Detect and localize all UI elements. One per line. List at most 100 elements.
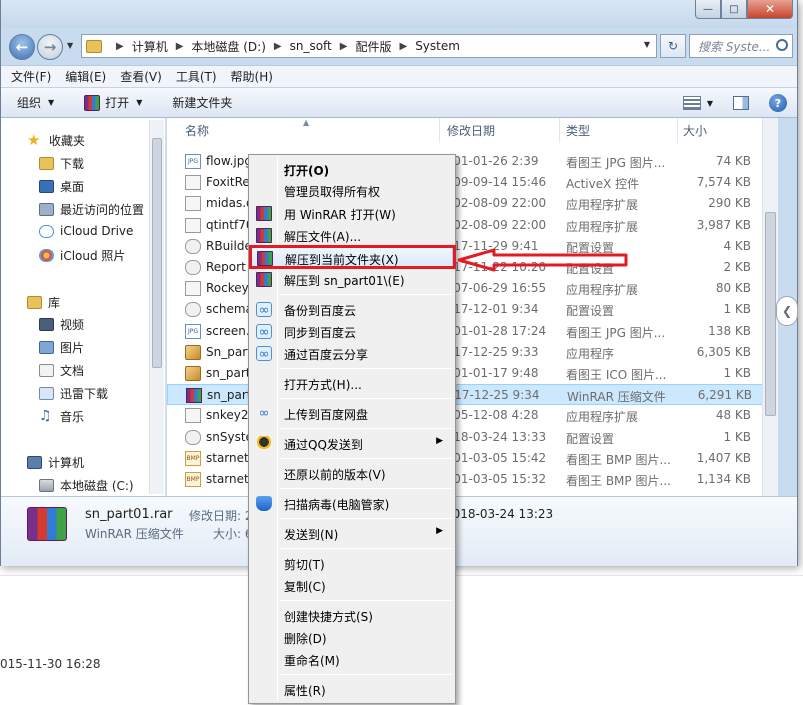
menu-item-send-qq[interactable]: 通过QQ发送到 ▶ <box>251 433 453 454</box>
nav-item-label: 桌面 <box>60 180 85 194</box>
file-name: snSyste <box>206 429 253 444</box>
nav-item-music[interactable]: ♫ 音乐 <box>39 408 84 425</box>
column-date[interactable]: 修改日期 <box>429 118 557 143</box>
menu-tools[interactable]: 工具(T) <box>176 68 217 85</box>
menu-item-extract-files[interactable]: 解压文件(A)... <box>251 225 453 246</box>
menu-item-properties[interactable]: 属性(R) <box>251 679 453 700</box>
menu-help[interactable]: 帮助(H) <box>231 68 273 85</box>
winrar-icon <box>256 272 272 287</box>
breadcrumb-system[interactable]: System <box>415 39 460 53</box>
close-button[interactable]: ✕ <box>747 0 793 19</box>
scroll-thumb[interactable] <box>765 212 776 416</box>
view-options-icon[interactable] <box>682 96 701 110</box>
dll-file-icon <box>185 408 201 424</box>
nav-item-drive-c[interactable]: 本地磁盘 (C:) <box>39 477 134 494</box>
menu-item-sync-baidu[interactable]: ∞ 同步到百度云 <box>251 321 453 342</box>
menu-item-take-ownership[interactable]: 管理员取得所有权 <box>251 180 453 201</box>
chevron-right-icon[interactable]: ▶ <box>176 41 184 52</box>
preview-pane-icon[interactable] <box>733 96 749 110</box>
menu-edit[interactable]: 编辑(E) <box>65 68 106 85</box>
menu-item-copy[interactable]: 复制(C) <box>251 575 453 596</box>
scroll-thumb[interactable] <box>152 138 162 368</box>
menu-item-label: 剪切(T) <box>284 558 325 572</box>
menu-item-restore-versions[interactable]: 还原以前的版本(V) <box>251 463 453 484</box>
menu-item-rename[interactable]: 重命名(M) <box>251 649 453 670</box>
chevron-right-icon[interactable]: ▶ <box>399 41 407 52</box>
column-type[interactable]: 类型 <box>548 118 668 143</box>
breadcrumb-accessory[interactable]: 配件版 <box>355 38 391 55</box>
file-size: 6,305 KB <box>696 344 751 359</box>
menu-item-cut[interactable]: 剪切(T) <box>251 553 453 574</box>
chevron-down-icon: ▼ <box>136 98 143 107</box>
nav-item-videos[interactable]: 视频 <box>39 316 84 333</box>
menu-item-backup-baidu[interactable]: ∞ 备份到百度云 <box>251 299 453 320</box>
open-button[interactable]: 打开 ▼ <box>84 94 142 111</box>
menu-item-send-to[interactable]: 发送到(N) ▶ <box>251 523 453 544</box>
nav-item-label: 音乐 <box>60 410 85 424</box>
nav-item-icloud-drive[interactable]: iCloud Drive <box>39 224 133 238</box>
menu-item-label: 解压文件(A)... <box>284 230 362 244</box>
chevron-down-icon[interactable]: ▼ <box>644 40 650 49</box>
column-type-label: 类型 <box>566 124 591 138</box>
dll-file-icon <box>185 217 201 233</box>
nav-scrollbar[interactable] <box>149 120 164 494</box>
refresh-button[interactable]: ↻ <box>660 34 686 58</box>
nav-favorites[interactable]: ★ 收藏夹 <box>27 132 85 149</box>
back-button[interactable]: ← <box>9 34 35 60</box>
nav-item-label: 迅雷下载 <box>60 387 109 401</box>
breadcrumb-sn-soft[interactable]: sn_soft <box>290 39 332 53</box>
menu-item-upload-baidu[interactable]: ∞ 上传到百度网盘 <box>251 403 453 424</box>
chevron-right-icon[interactable]: ▶ <box>340 41 348 52</box>
nav-item-documents[interactable]: 文档 <box>39 362 84 379</box>
menu-item-share-baidu[interactable]: ∞ 通过百度云分享 <box>251 343 453 364</box>
bmp-file-icon: BMP <box>185 450 201 466</box>
nav-item-desktop[interactable]: 桌面 <box>39 178 84 195</box>
search-input[interactable]: 搜索 Syste... <box>689 34 793 58</box>
nav-item-recent[interactable]: 最近访问的位置 <box>39 201 144 218</box>
address-bar[interactable]: ▶ 计算机 ▶ 本地磁盘 (D:) ▶ sn_soft ▶ 配件版 ▶ Syst… <box>81 34 657 58</box>
file-size: 1 KB <box>723 302 751 317</box>
nav-item-icloud-photos[interactable]: iCloud 照片 <box>39 247 125 264</box>
menu-view[interactable]: 查看(V) <box>120 68 162 85</box>
file-type: WinRAR 压缩文件 <box>567 390 666 405</box>
nav-item-pictures[interactable]: 图片 <box>39 339 84 356</box>
file-name: midas.d <box>206 196 254 211</box>
organize-button[interactable]: 组织 ▼ <box>17 94 54 111</box>
menu-item-create-shortcut[interactable]: 创建快捷方式(S) <box>251 605 453 626</box>
nav-computer[interactable]: 计算机 <box>27 454 84 471</box>
new-folder-button[interactable]: 新建文件夹 <box>172 94 232 111</box>
help-icon[interactable]: ? <box>769 94 787 112</box>
file-size: 80 KB <box>715 281 751 296</box>
chevron-left-icon[interactable]: ❮ <box>776 296 798 326</box>
new-folder-label: 新建文件夹 <box>172 96 233 110</box>
nav-item-thunder[interactable]: 迅雷下载 <box>39 385 108 402</box>
file-type: 看图王 BMP 图片... <box>566 452 671 467</box>
menu-bar: 文件(F) 编辑(E) 查看(V) 工具(T) 帮助(H) <box>1 65 797 87</box>
breadcrumb-drive-d[interactable]: 本地磁盘 (D:) <box>191 38 265 55</box>
menu-item-open-with[interactable]: 打开方式(H)... <box>251 373 453 394</box>
chevron-down-icon[interactable]: ▼ <box>707 99 713 108</box>
menu-file[interactable]: 文件(F) <box>11 68 51 85</box>
menu-item-scan-virus[interactable]: 扫描病毒(电脑管家) <box>251 493 453 514</box>
file-type: 应用程序扩展 <box>566 410 639 425</box>
nav-item-downloads[interactable]: 下载 <box>39 155 84 172</box>
nav-library[interactable]: 库 <box>27 294 60 311</box>
file-name: Sn_part <box>206 344 252 359</box>
breadcrumb-computer[interactable]: 计算机 <box>132 38 168 55</box>
dll-file-icon <box>185 281 201 297</box>
minimize-button[interactable]: — <box>695 0 721 19</box>
chevron-right-icon[interactable]: ▶ <box>116 41 124 52</box>
column-size[interactable]: 大小 <box>665 118 755 143</box>
maximize-button[interactable]: □ <box>721 0 747 19</box>
recent-pages-dropdown[interactable]: ▼ <box>67 41 73 50</box>
qq-penguin-icon <box>256 436 272 451</box>
menu-item-label: 通过QQ发送到 <box>284 438 363 452</box>
menu-item-open[interactable]: 打开(O) <box>251 159 453 180</box>
menu-item-extract-to-folder[interactable]: 解压到 sn_part01\(E) <box>251 269 453 290</box>
menu-item-label: 创建快捷方式(S) <box>284 610 373 624</box>
menu-item-delete[interactable]: 删除(D) <box>251 627 453 648</box>
forward-button[interactable]: → <box>37 34 63 60</box>
chevron-right-icon[interactable]: ▶ <box>274 41 282 52</box>
dll-file-icon <box>185 196 201 212</box>
menu-item-open-with-winrar[interactable]: 用 WinRAR 打开(W) <box>251 203 453 224</box>
